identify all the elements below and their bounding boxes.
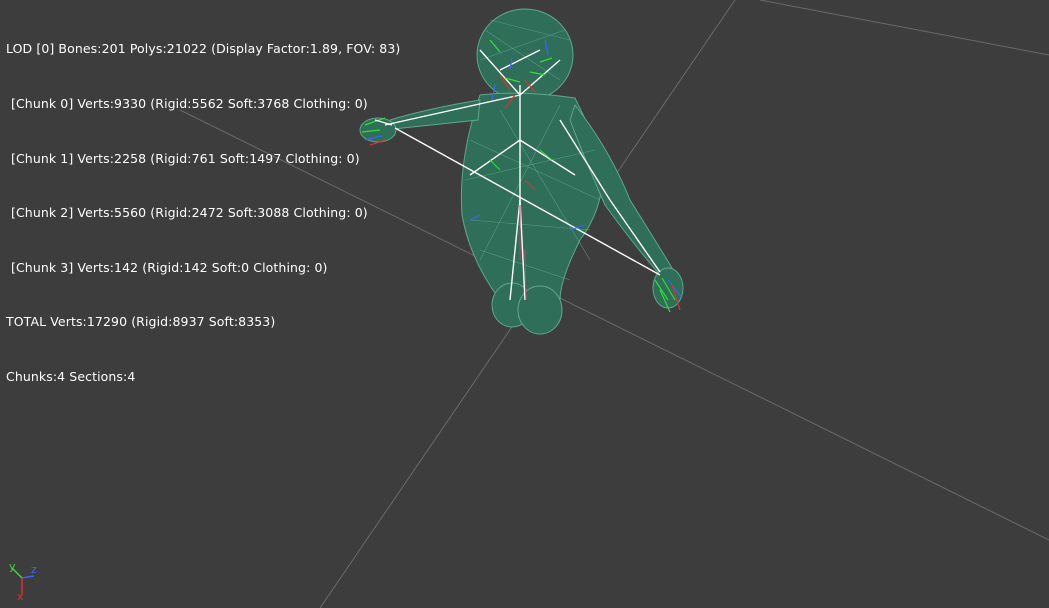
gizmo-x-label: x (17, 590, 24, 603)
gizmo-y-label: y (9, 560, 16, 573)
chunk-3-stats: [Chunk 3] Verts:142 (Rigid:142 Soft:0 Cl… (11, 259, 328, 275)
sections-line: Chunks:4 Sections:4 (6, 369, 136, 385)
chunk-2-stats: [Chunk 2] Verts:5560 (Rigid:2472 Soft:30… (11, 205, 368, 221)
chunk-0-stats: [Chunk 0] Verts:9330 (Rigid:5562 Soft:37… (11, 96, 368, 112)
axis-gizmo-icon: y z x (6, 556, 50, 604)
total-verts-line: TOTAL Verts:17290 (Rigid:8937 Soft:8353) (6, 314, 276, 330)
mesh-stats-overlay: LOD [0] Bones:201 Polys:21022 (Display F… (6, 4, 400, 423)
lod-stats-line: LOD [0] Bones:201 Polys:21022 (Display F… (6, 41, 401, 57)
gizmo-z-label: z (31, 563, 37, 576)
character-mesh (359, 8, 684, 335)
chunk-1-stats: [Chunk 1] Verts:2258 (Rigid:761 Soft:149… (11, 150, 360, 166)
3d-viewport[interactable]: LOD [0] Bones:201 Polys:21022 (Display F… (0, 0, 1049, 608)
